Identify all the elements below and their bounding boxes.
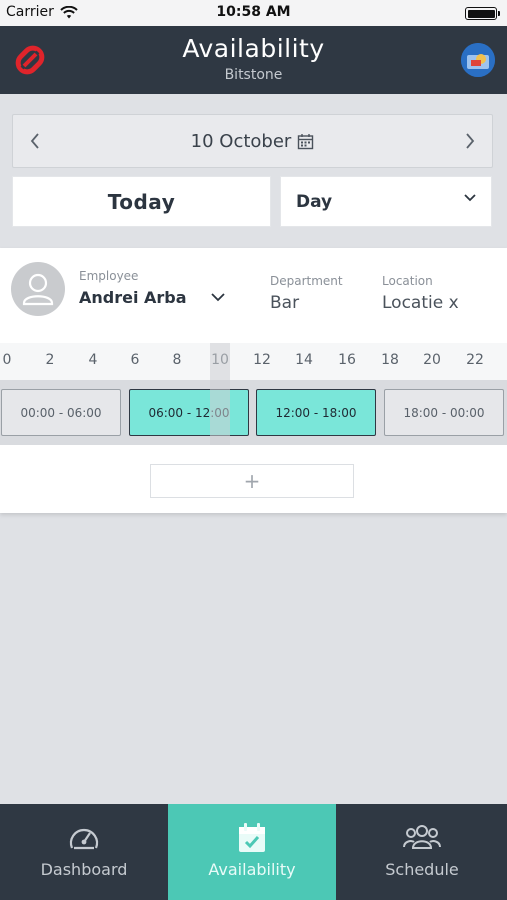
chevron-down-icon — [464, 194, 476, 202]
view-mode-value: Day — [296, 192, 333, 212]
page-subtitle: Bitstone — [224, 67, 283, 83]
tab-label: Dashboard — [40, 860, 128, 879]
status-bar: Carrier 10:58 AM — [0, 0, 507, 26]
department-value: Bar — [270, 293, 300, 313]
location-value: Locatie x — [382, 293, 459, 313]
time-slot[interactable]: 06:00 - 12:00 — [129, 389, 249, 436]
department-label: Department — [270, 274, 343, 288]
time-slot[interactable]: 18:00 - 00:00 — [384, 389, 504, 436]
battery-icon — [465, 7, 500, 20]
page-title: Availability — [182, 34, 325, 63]
time-slot[interactable]: 00:00 - 06:00 — [1, 389, 121, 436]
group-icon — [403, 825, 441, 849]
hour-tick: 6 — [130, 352, 140, 368]
bottom-tab-bar: Dashboard Availability Schedule — [0, 804, 507, 900]
speedometer-icon — [69, 828, 99, 850]
tab-label: Availability — [208, 860, 296, 879]
today-button[interactable]: Today — [12, 176, 271, 227]
location-label: Location — [382, 274, 433, 288]
current-hour-marker — [210, 343, 230, 445]
date-display[interactable]: 10 October — [13, 131, 492, 152]
hour-tick: 2 — [45, 352, 55, 368]
user-avatar[interactable] — [461, 43, 495, 77]
time-slot-label: 00:00 - 06:00 — [20, 405, 102, 420]
add-availability-button[interactable]: + — [150, 464, 354, 498]
employee-name[interactable]: Andrei Arba — [79, 288, 187, 307]
hour-tick: 0 — [2, 352, 12, 368]
view-mode-select[interactable]: Day — [280, 176, 492, 227]
availability-slots: 00:00 - 06:00 06:00 - 12:00 12:00 - 18:0… — [0, 380, 507, 445]
time-slot[interactable]: 12:00 - 18:00 — [256, 389, 376, 436]
hour-tick: 8 — [172, 352, 182, 368]
employee-avatar — [11, 262, 65, 316]
chevron-right-icon — [466, 133, 475, 149]
hour-tick: 20 — [423, 352, 441, 368]
user-placeholder-icon — [22, 273, 54, 306]
hour-tick: 18 — [381, 352, 399, 368]
hour-tick: 22 — [466, 352, 484, 368]
tab-schedule[interactable]: Schedule — [337, 804, 507, 900]
chevron-down-icon[interactable] — [210, 292, 226, 302]
user-avatar-image — [461, 43, 495, 77]
current-date: 10 October — [190, 131, 292, 152]
calendar-icon — [298, 134, 314, 150]
time-slot-label: 18:00 - 00:00 — [403, 405, 485, 420]
hour-tick: 12 — [253, 352, 271, 368]
status-time: 10:58 AM — [216, 4, 291, 20]
app-header: Availability Bitstone — [0, 26, 507, 94]
calendar-check-icon — [239, 823, 265, 852]
employee-availability-card: Employee Andrei Arba Department Bar Loca… — [0, 248, 507, 513]
time-slot-label: 12:00 - 18:00 — [275, 405, 357, 420]
tab-availability[interactable]: Availability — [168, 804, 336, 900]
hour-tick: 14 — [295, 352, 313, 368]
hour-tick: 16 — [338, 352, 356, 368]
employee-label: Employee — [79, 269, 139, 283]
hour-tick: 4 — [88, 352, 98, 368]
tab-label: Schedule — [385, 860, 459, 879]
hour-timeline: 0 2 4 6 8 10 12 14 16 18 20 22 — [0, 343, 507, 380]
next-date-button[interactable] — [456, 127, 484, 155]
date-navigator: 10 October — [12, 114, 493, 168]
tab-dashboard[interactable]: Dashboard — [0, 804, 168, 900]
